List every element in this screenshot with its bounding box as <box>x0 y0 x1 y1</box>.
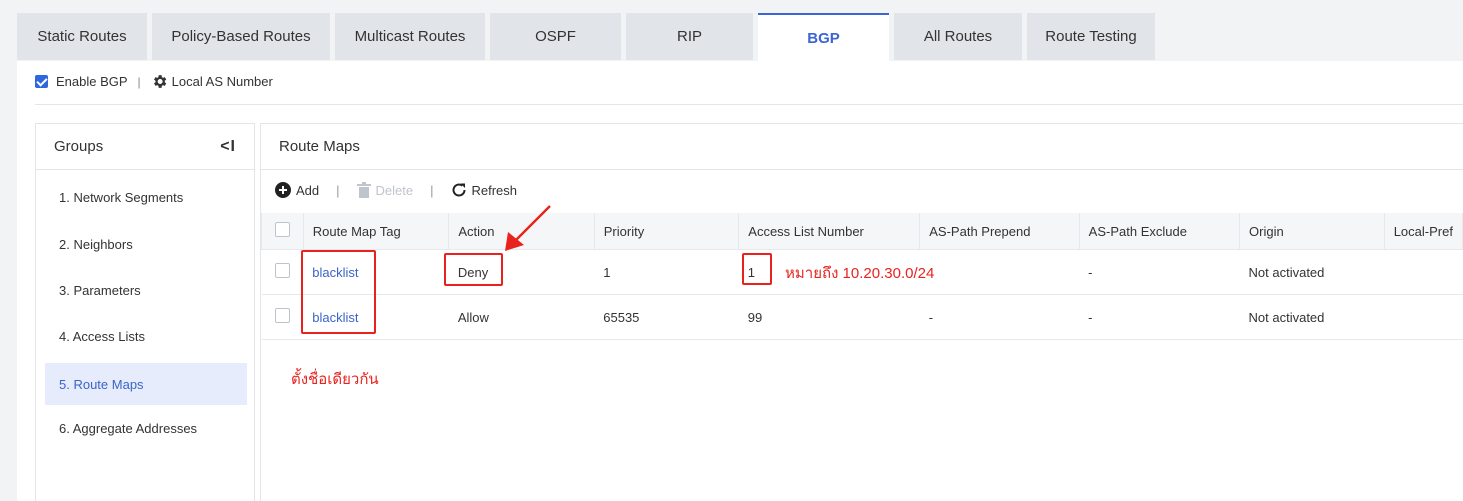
as-path-prepend-cell <box>919 249 1080 295</box>
tab-bgp[interactable]: BGP <box>758 13 889 61</box>
route-maps-actions: Add | Delete | Refresh <box>275 182 517 198</box>
tab-static-routes[interactable]: Static Routes <box>17 13 147 60</box>
tab-multicast-routes[interactable]: Multicast Routes <box>335 13 485 60</box>
group-item-neighbors[interactable]: 2. Neighbors <box>45 223 247 265</box>
acl-highlight-box <box>742 253 772 285</box>
action-separator: | <box>430 182 434 198</box>
row-checkbox[interactable] <box>274 308 290 323</box>
plus-circle-icon <box>275 182 291 198</box>
table-header-row: Route Map Tag Action Priority Access Lis… <box>261 213 1463 250</box>
bgp-panel: Enable BGP | Local AS Number Groups <I 1… <box>17 61 1463 501</box>
arrow-annotation-icon <box>505 205 551 251</box>
priority-cell: 65535 <box>594 294 739 340</box>
refresh-label: Refresh <box>471 182 518 198</box>
delete-label: Delete <box>375 182 414 198</box>
action-cell: Allow <box>448 294 595 340</box>
acl-annotation-note: หมายถึง 10.20.30.0/24 <box>785 265 935 282</box>
column-header-access-list-number[interactable]: Access List Number <box>738 213 921 250</box>
access-list-number-cell: 99 <box>738 294 920 340</box>
tab-route-testing[interactable]: Route Testing <box>1027 13 1155 60</box>
tag-annotation-note: ตั้งชื่อเดียวกัน <box>291 371 379 388</box>
trash-icon <box>356 182 371 198</box>
select-all-checkbox[interactable] <box>275 222 290 237</box>
tag-highlight-box <box>301 250 376 334</box>
group-item-route-maps[interactable]: 5. Route Maps <box>45 363 247 405</box>
gear-icon <box>153 75 166 88</box>
row-select-cell <box>261 294 304 340</box>
header-select-cell <box>261 213 304 250</box>
local-pref-cell <box>1384 294 1463 340</box>
add-button[interactable]: Add <box>275 182 319 198</box>
toolbar-separator: | <box>137 74 141 89</box>
groups-panel: Groups <I 1. Network Segments 2. Neighbo… <box>35 123 255 501</box>
tab-rip[interactable]: RIP <box>626 13 753 60</box>
tab-bar: Static Routes Policy-Based Routes Multic… <box>17 13 1160 61</box>
delete-button[interactable]: Delete <box>356 182 414 198</box>
group-item-parameters[interactable]: 3. Parameters <box>45 269 247 311</box>
column-header-as-path-prepend[interactable]: AS-Path Prepend <box>919 213 1080 250</box>
row-checkbox[interactable] <box>274 263 290 278</box>
as-path-prepend-cell: - <box>919 294 1080 340</box>
refresh-button[interactable]: Refresh <box>451 182 518 198</box>
tab-all-routes[interactable]: All Routes <box>894 13 1022 60</box>
column-header-origin[interactable]: Origin <box>1239 213 1385 250</box>
column-header-as-path-exclude[interactable]: AS-Path Exclude <box>1078 213 1241 250</box>
refresh-icon <box>452 183 466 197</box>
column-header-local-pref[interactable]: Local-Pref <box>1383 213 1463 250</box>
as-path-exclude-cell: - <box>1079 249 1240 295</box>
divider <box>35 104 1463 105</box>
route-maps-title: Route Maps <box>261 124 1463 170</box>
row-select-cell <box>261 249 304 295</box>
collapse-icon[interactable]: <I <box>220 138 236 156</box>
local-as-number-button[interactable]: Local AS Number <box>151 73 273 90</box>
groups-title: Groups <box>54 138 104 155</box>
table-row[interactable]: blacklist Allow 65535 99 - - Not activat… <box>261 294 1463 340</box>
as-path-exclude-cell: - <box>1079 294 1240 340</box>
route-maps-panel: Route Maps Add | Delete | Refresh Route … <box>260 123 1463 501</box>
groups-header: Groups <I <box>36 124 254 170</box>
local-pref-cell <box>1384 249 1463 295</box>
column-header-priority[interactable]: Priority <box>593 213 740 250</box>
enable-bgp-checkbox[interactable] <box>35 75 48 88</box>
tab-ospf[interactable]: OSPF <box>490 13 621 60</box>
add-label: Add <box>296 182 320 198</box>
enable-bgp-label[interactable]: Enable BGP <box>56 74 128 89</box>
local-as-number-label: Local AS Number <box>171 74 273 89</box>
action-highlight-box <box>444 253 503 286</box>
action-separator: | <box>336 182 340 198</box>
origin-cell: Not activated <box>1239 249 1385 295</box>
tab-policy-based-routes[interactable]: Policy-Based Routes <box>152 13 330 60</box>
group-item-aggregate-addresses[interactable]: 6. Aggregate Addresses <box>45 407 247 449</box>
group-item-network-segments[interactable]: 1. Network Segments <box>45 176 247 218</box>
group-item-access-lists[interactable]: 4. Access Lists <box>45 315 247 357</box>
priority-cell: 1 <box>594 249 739 295</box>
column-header-route-map-tag[interactable]: Route Map Tag <box>302 213 450 250</box>
bgp-toolbar: Enable BGP | Local AS Number <box>35 73 273 90</box>
origin-cell: Not activated <box>1239 294 1385 340</box>
